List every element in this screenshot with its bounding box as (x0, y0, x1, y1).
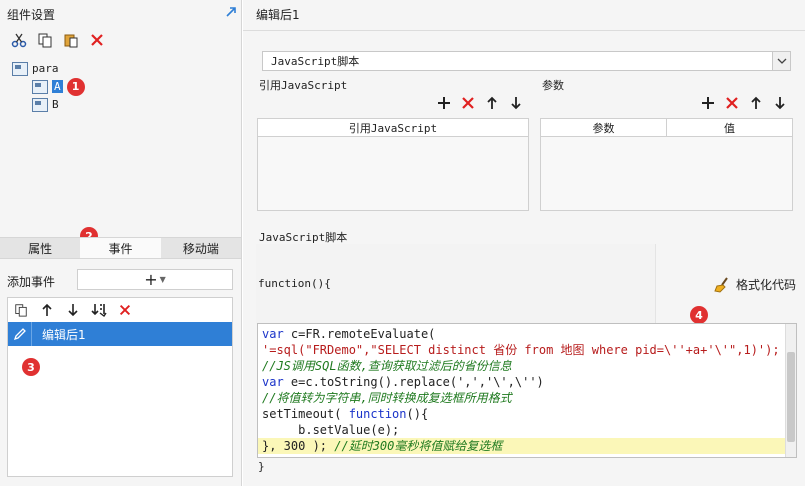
event-type-select[interactable]: JavaScript脚本 (262, 51, 791, 71)
tree-node-label: B (52, 98, 59, 111)
column-header: 引用JavaScript (348, 121, 438, 135)
add-icon[interactable] (437, 96, 451, 113)
arrow-up-icon[interactable] (485, 96, 499, 113)
tab-properties[interactable]: 属性 (0, 238, 81, 258)
delete-icon[interactable] (88, 31, 106, 49)
broom-icon (714, 276, 728, 293)
move-bottom-icon[interactable] (90, 301, 108, 319)
add-event-button[interactable]: + ▼ (77, 269, 233, 290)
arrow-up-icon[interactable] (749, 96, 763, 113)
delete-icon[interactable] (461, 96, 475, 113)
arrow-down-icon[interactable] (773, 96, 787, 113)
delete-icon[interactable] (725, 96, 739, 113)
event-item[interactable]: 编辑后1 (8, 322, 232, 346)
function-close-text: } (258, 460, 265, 473)
component-tree: para A 1 B (10, 60, 232, 180)
code-line: setTimeout( function(){ (262, 407, 429, 421)
column-header: 值 (724, 121, 735, 135)
event-editor-panel: 编辑后1 JavaScript脚本 引用JavaScript 引用JavaScr… (243, 0, 805, 486)
code-line: b.setValue(e); (262, 423, 400, 437)
function-open-text: function(){ (258, 277, 331, 290)
arrow-down-icon[interactable] (64, 301, 82, 319)
ref-js-controls (437, 95, 523, 113)
expand-icon[interactable] (224, 5, 238, 19)
code-editor[interactable]: var c=FR.remoteEvaluate( '=sql("FRDemo",… (257, 323, 797, 458)
paste-icon[interactable] (62, 31, 80, 49)
add-icon[interactable] (701, 96, 715, 113)
ref-js-table[interactable]: 引用JavaScript (257, 118, 529, 211)
code-line: '=sql("FRDemo","SELECT distinct 省份 from … (262, 343, 780, 357)
js-script-label: JavaScript脚本 (259, 231, 348, 244)
params-label: 参数 (542, 79, 564, 92)
cut-icon[interactable] (10, 31, 28, 49)
code-comment: //JS调用SQL函数,查询获取过滤后的省份信息 (262, 359, 512, 373)
component-toolbar (10, 30, 106, 50)
code-line: var c=FR.remoteEvaluate( (262, 327, 436, 341)
arrow-up-icon[interactable] (38, 301, 56, 319)
code-line: var e=c.toString().replace(',','\',\'') (262, 375, 544, 389)
event-title: 编辑后1 (256, 8, 300, 22)
format-code-label: 格式化代码 (736, 278, 797, 292)
chevron-down-icon[interactable] (772, 52, 790, 70)
tree-node-label: para (32, 62, 59, 75)
event-toolbar (12, 301, 134, 319)
callout-badge-3: 3 (22, 358, 40, 376)
settings-tabs: 属性 事件 移动端 (0, 237, 241, 259)
event-item-label: 编辑后1 (42, 327, 86, 342)
copy-icon[interactable] (36, 31, 54, 49)
callout-badge-1: 1 (66, 77, 85, 96)
edit-icon[interactable] (8, 322, 32, 346)
params-table-header: 参数 值 (541, 119, 792, 137)
format-code-button[interactable]: 格式化代码 (714, 276, 796, 293)
params-table[interactable]: 参数 值 (540, 118, 793, 211)
tab-events[interactable]: 事件 (80, 238, 161, 258)
copy-icon[interactable] (12, 301, 30, 319)
plus-icon: + (144, 270, 158, 289)
add-event-label: 添加事件 (7, 275, 56, 289)
ref-js-label: 引用JavaScript (259, 79, 348, 92)
callout-badge-4: 4 (690, 306, 708, 324)
tree-node-b[interactable]: B (32, 96, 59, 113)
event-type-value: JavaScript脚本 (271, 55, 360, 68)
tree-node-para[interactable]: para (12, 60, 59, 77)
component-settings-panel: 组件设置 para A 1 B 2 属性 事件 移动端 添加事件 + ▼ 编辑后… (0, 0, 242, 486)
tree-node-label: A (52, 80, 63, 93)
tree-node-a[interactable]: A 1 (32, 77, 85, 96)
code-comment: //将值转为字符串,同时转换成复选框所用格式 (262, 391, 512, 405)
params-controls (701, 95, 787, 113)
delete-icon[interactable] (116, 301, 134, 319)
checkbox-group-widget-icon (32, 97, 48, 112)
panel-title: 组件设置 (7, 8, 56, 22)
combobox-widget-icon (32, 79, 48, 94)
divider (243, 30, 805, 31)
arrow-down-icon[interactable] (509, 96, 523, 113)
code-scrollbar[interactable] (785, 324, 796, 457)
scrollbar-thumb[interactable] (787, 352, 795, 442)
column-header: 参数 (541, 119, 667, 136)
code-line-highlighted: }, 300 ); //延时300毫秒将值赋给复选框 (258, 438, 786, 454)
event-list: 编辑后1 (7, 297, 233, 477)
tab-mobile[interactable]: 移动端 (160, 238, 241, 258)
container-icon (12, 61, 28, 76)
chevron-down-icon: ▼ (159, 275, 166, 284)
ref-js-table-header: 引用JavaScript (258, 119, 528, 137)
